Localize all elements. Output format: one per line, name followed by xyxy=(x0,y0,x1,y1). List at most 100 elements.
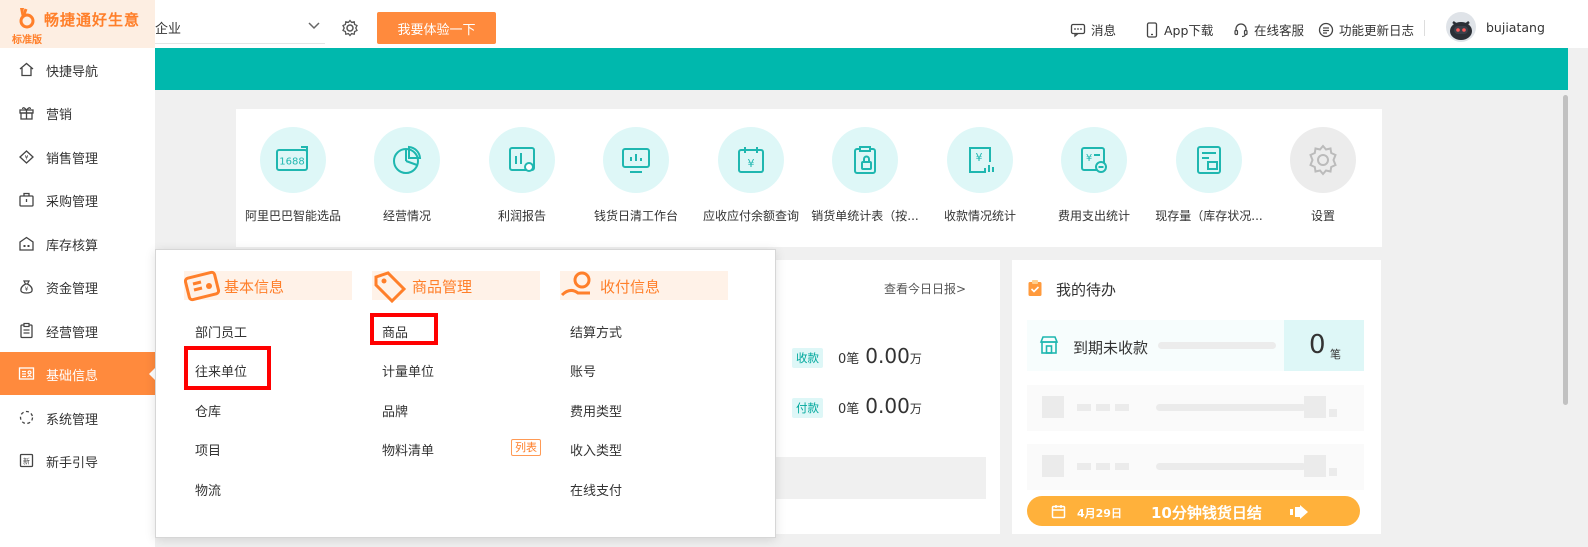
id-card-icon xyxy=(18,367,35,380)
quick-nav-daily-workbench[interactable]: 钱货日清工作台 xyxy=(579,127,693,224)
sidebar-item-system[interactable]: 系统管理 xyxy=(0,396,155,439)
menu-item-online-payment[interactable]: 在线支付 xyxy=(570,480,622,499)
svg-text:¥: ¥ xyxy=(25,286,29,293)
quick-nav-settings[interactable]: 设置 xyxy=(1266,127,1380,224)
header-divider xyxy=(1424,20,1425,36)
sidebar-item-purchase[interactable]: 采购管理 xyxy=(0,178,155,221)
receipt-value: 0.00 xyxy=(865,344,910,368)
menu-item-settlement-methods[interactable]: 结算方式 xyxy=(570,322,622,341)
payment-unit: 万 xyxy=(909,402,922,416)
sidebar-item-label: 系统管理 xyxy=(46,413,99,428)
quick-nav-balance-query[interactable]: ¥ 应收应付余额查询 xyxy=(694,127,808,224)
menu-item-departments[interactable]: 部门员工 xyxy=(195,322,247,341)
quick-nav-label: 阿里巴巴智能选品 xyxy=(244,209,341,223)
menu-item-income-types[interactable]: 收入类型 xyxy=(570,440,622,459)
sidebar-item-funds[interactable]: ¥ 资金管理 xyxy=(0,265,155,308)
try-experience-button[interactable]: 我要体验一下 xyxy=(377,12,496,44)
flyout-section-title: 基本信息 xyxy=(224,278,285,296)
menu-item-units[interactable]: 计量单位 xyxy=(382,361,434,380)
report-icon xyxy=(509,147,535,172)
overdue-receivable-label: 到期未收款 xyxy=(1073,339,1149,357)
banner-text: 10分钟钱货日结 xyxy=(1151,504,1262,522)
quick-nav-label: 设置 xyxy=(1310,209,1335,223)
menu-item-brands[interactable]: 品牌 xyxy=(382,401,408,420)
warehouse-icon xyxy=(19,236,34,251)
quick-nav-sales-stats[interactable]: 销货单统计表（按... xyxy=(808,127,922,224)
calendar-yen-icon: ¥ xyxy=(738,147,764,173)
username[interactable]: bujiatang xyxy=(1486,20,1545,35)
chevron-down-icon[interactable] xyxy=(306,17,322,33)
quick-nav-label: 经营情况 xyxy=(382,209,431,223)
overdue-progress-bar xyxy=(1158,342,1276,349)
menu-item-bom[interactable]: 物料清单 xyxy=(382,440,434,459)
banner-date: 4月29日 xyxy=(1077,507,1122,520)
menu-item-projects[interactable]: 项目 xyxy=(195,440,221,459)
company-select-underline xyxy=(155,43,325,44)
view-daily-report-link[interactable]: 查看今日日报> xyxy=(884,280,966,297)
yen-minus-icon: ¥ xyxy=(1081,147,1107,173)
quick-nav-expense-stats[interactable]: ¥ 费用支出统计 xyxy=(1037,127,1151,224)
brand-logo-icon xyxy=(19,8,35,29)
loading-ring-icon xyxy=(19,410,34,425)
menu-item-warehouse[interactable]: 仓库 xyxy=(195,401,221,420)
pie-chart-icon xyxy=(393,145,422,174)
highlight-box-products xyxy=(370,313,438,345)
brand-logo[interactable]: 畅捷通好生意 标准版 xyxy=(0,0,155,48)
sidebar-item-label: 基础信息 xyxy=(46,369,99,384)
svg-text:¥: ¥ xyxy=(976,151,983,164)
headset-icon xyxy=(1234,22,1248,37)
clipboard-lock-icon xyxy=(854,146,876,174)
quick-nav-label: 现存量（库存状况... xyxy=(1155,209,1263,223)
sidebar-item-basic-info[interactable]: 基础信息 xyxy=(0,352,155,395)
flyout-section-title: 收付信息 xyxy=(600,278,661,296)
bom-list-tag[interactable]: 列表 xyxy=(511,439,541,456)
page-scrollbar[interactable] xyxy=(1563,95,1568,405)
calendar-icon xyxy=(1051,505,1066,519)
company-select[interactable]: 企业 xyxy=(155,18,181,37)
payment-count: 0笔 xyxy=(838,402,860,417)
changelog-link[interactable]: 功能更新日志 xyxy=(1318,20,1414,39)
quick-nav-profit-report[interactable]: 利润报告 xyxy=(465,127,579,224)
sidebar-item-sales[interactable]: ¥ 销售管理 xyxy=(0,135,155,178)
skeleton-row xyxy=(1027,444,1364,490)
shop-icon xyxy=(1039,336,1059,354)
monitor-chart-icon xyxy=(622,148,650,173)
sidebar: 快捷导航 营销 ¥ 销售管理 采购管理 库存核算 ¥ 资金管理 经营管理 基础信… xyxy=(0,48,155,547)
overdue-count: 0 xyxy=(1309,330,1326,360)
1688-icon-text: 1688 xyxy=(279,157,304,168)
menu-item-logistics[interactable]: 物流 xyxy=(195,480,221,499)
app-download-label: App下载 xyxy=(1164,23,1214,38)
list-circle-icon xyxy=(1318,22,1334,37)
sidebar-item-label: 快捷导航 xyxy=(46,65,99,80)
sidebar-item-guide[interactable]: 新 新手引导 xyxy=(0,439,155,482)
receipt-tag: 收款 xyxy=(792,348,823,368)
quick-nav-stock-status[interactable]: 现存量（库存状况... xyxy=(1152,127,1266,224)
quick-nav-business-status[interactable]: 经营情况 xyxy=(350,127,464,224)
svg-text:¥: ¥ xyxy=(1086,153,1092,164)
quick-nav-alibaba[interactable]: 1688 阿里巴巴智能选品 xyxy=(236,127,350,224)
flyout-section-basic-info: 基本信息 xyxy=(184,270,352,302)
avatar[interactable] xyxy=(1446,12,1476,42)
app-download-link[interactable]: App下载 xyxy=(1145,20,1213,39)
purchase-icon xyxy=(19,192,34,207)
quick-nav-label: 费用支出统计 xyxy=(1057,209,1130,223)
menu-item-accounts[interactable]: 账号 xyxy=(570,361,596,380)
sidebar-item-operations[interactable]: 经营管理 xyxy=(0,309,155,352)
daily-settlement-banner[interactable]: 4月29日 10分钟钱货日结 xyxy=(1027,496,1360,526)
money-bag-icon: ¥ xyxy=(20,280,33,294)
brand-edition: 标准版 xyxy=(12,35,42,46)
gear-icon[interactable] xyxy=(341,19,359,37)
support-link[interactable]: 在线客服 xyxy=(1233,20,1304,39)
menu-item-expense-types[interactable]: 费用类型 xyxy=(570,401,622,420)
sidebar-item-inventory[interactable]: 库存核算 xyxy=(0,222,155,265)
sidebar-item-label: 库存核算 xyxy=(46,239,99,254)
quick-nav-receipt-stats[interactable]: ¥ 收款情况统计 xyxy=(923,127,1037,224)
quick-nav-label: 利润报告 xyxy=(497,209,546,223)
phone-icon xyxy=(1146,21,1158,38)
quick-nav-label: 销货单统计表（按... xyxy=(811,209,919,223)
messages-link[interactable]: 消息 xyxy=(1070,20,1116,39)
flyout-section-payment-info: 收付信息 xyxy=(560,271,728,300)
sidebar-item-marketing[interactable]: 营销 xyxy=(0,91,155,134)
sidebar-item-quick-nav[interactable]: 快捷导航 xyxy=(0,48,155,91)
highlight-box-partners xyxy=(184,346,271,390)
